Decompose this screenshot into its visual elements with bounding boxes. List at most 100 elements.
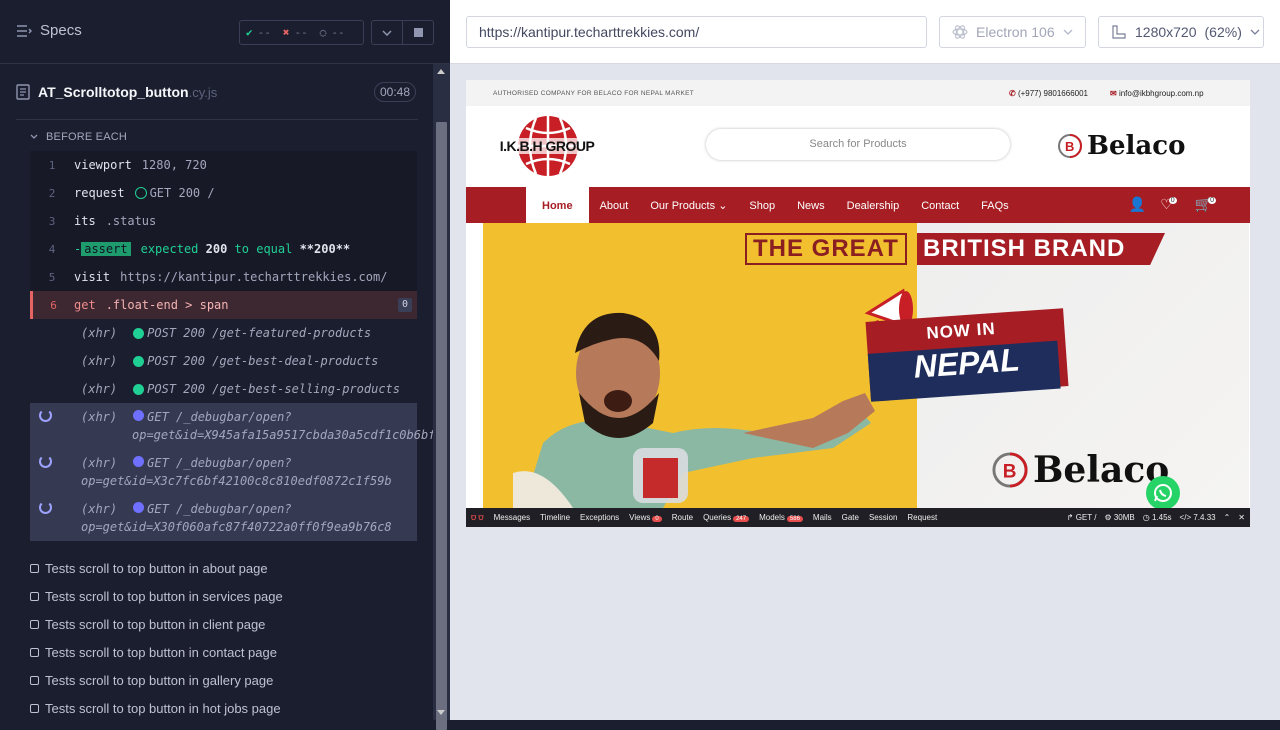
command-row[interactable]: 2 request GET 200 / — [30, 179, 417, 207]
test-item[interactable]: Tests scroll to top button in client pag… — [30, 610, 420, 638]
views-count-badge: 0 — [652, 516, 662, 522]
command-row-active[interactable]: 6 get .float-end > span 0 — [30, 291, 417, 319]
nav-products[interactable]: Our Products ⌄ — [639, 187, 738, 223]
request-method[interactable]: ↱ GET / — [1067, 513, 1097, 522]
divider — [16, 119, 418, 120]
command-log: 1 viewport 1280, 720 2 request GET 200 /… — [30, 151, 443, 541]
checkbox-icon — [30, 647, 39, 657]
xhr-pending-row[interactable]: (xhr) GET /_debugbar/open? op=get&id=X3c7… — [30, 449, 417, 495]
debugbar-close-icon[interactable]: ✕ — [1238, 513, 1245, 522]
stop-icon[interactable] — [402, 21, 433, 44]
loading-spinner-icon — [39, 409, 52, 422]
command-name: viewport — [74, 158, 132, 172]
cart-icon[interactable]: 🛒0 — [1195, 196, 1220, 213]
command-row[interactable]: 5 visit https://kantipur.techarttrekkies… — [30, 263, 417, 291]
passed-count: -- — [257, 26, 271, 39]
xhr-row[interactable]: (xhr) POST 200 /get-best-deal-products — [30, 347, 417, 375]
browser-selector[interactable]: Electron 106 — [939, 16, 1086, 48]
specs-button[interactable]: Specs — [16, 22, 82, 39]
nav-icons: 👤 ♡0 🛒0 — [1129, 196, 1220, 213]
nav-home[interactable]: Home — [526, 187, 589, 223]
xhr-type: (xhr) — [81, 326, 118, 340]
belaco-word: Belaco — [1087, 131, 1186, 161]
loading-spinner-icon — [39, 455, 52, 468]
xhr-row[interactable]: (xhr) POST 200 /get-featured-products — [30, 319, 417, 347]
nav-contact[interactable]: Contact — [910, 187, 970, 223]
queries-count-badge: 247 — [733, 516, 750, 522]
phone-contact[interactable]: ✆ (+977) 9801666001 — [1009, 89, 1088, 98]
debugbar-tab-models[interactable]: Models 586 — [754, 513, 808, 522]
debugbar-minimize-icon[interactable]: ⌃ — [1224, 513, 1231, 522]
xhr-text: POST 200 /get-featured-products — [147, 326, 372, 340]
whatsapp-icon[interactable] — [1146, 476, 1180, 510]
debugbar-tab-gate[interactable]: Gate — [837, 513, 864, 522]
debugbar-tab-label: Models — [759, 513, 785, 522]
test-title: Tests scroll to top button in contact pa… — [45, 644, 277, 660]
assert-prefix: - — [74, 242, 82, 256]
test-item[interactable]: Tests scroll to top button in hot jobs p… — [30, 694, 420, 722]
nav-news[interactable]: News — [786, 187, 836, 223]
debugbar-tab-queries[interactable]: Queries 247 — [698, 513, 754, 522]
debugbar-tab-session[interactable]: Session — [864, 513, 902, 522]
url-input[interactable]: https://kantipur.techarttrekkies.com/ — [466, 16, 927, 48]
nav-about[interactable]: About — [589, 187, 640, 223]
debugbar-tab-request[interactable]: Request — [902, 513, 942, 522]
time-text: 1.45s — [1151, 513, 1172, 522]
check-icon: ✔ — [246, 26, 253, 39]
debugbar-tab-messages[interactable]: Messages — [489, 513, 535, 522]
command-log-scrollbar[interactable] — [433, 64, 450, 730]
command-name: request — [74, 186, 125, 200]
email-contact[interactable]: ✉ info@ikbhgroup.com.np — [1110, 89, 1204, 98]
command-row-assert[interactable]: 4 - assert expected 200 to equal **200** — [30, 235, 417, 263]
debugbar-tab-mails[interactable]: Mails — [808, 513, 837, 522]
svg-text:B: B — [1065, 139, 1074, 154]
status-dot-icon — [133, 410, 145, 421]
test-item[interactable]: Tests scroll to top button in gallery pa… — [30, 666, 420, 694]
scrollbar-thumb[interactable] — [436, 122, 447, 730]
checkbox-icon — [30, 703, 39, 713]
ruler-icon — [1112, 25, 1126, 39]
wishlist-icon[interactable]: ♡0 — [1160, 196, 1180, 213]
belaco-logo[interactable]: B Belaco — [1057, 131, 1185, 161]
xhr-pending-row[interactable]: (xhr) GET /_debugbar/open? op=get&id=X30f… — [30, 495, 417, 541]
status-dot-icon — [133, 456, 145, 467]
nav-shop[interactable]: Shop — [738, 187, 786, 223]
debugbar-tab-label: Views — [629, 513, 651, 522]
debugbar-logo-icon[interactable]: ⩌ ⩌ — [466, 513, 489, 523]
test-item[interactable]: Tests scroll to top button in about page — [30, 554, 420, 582]
spec-file-row[interactable]: AT_Scrolltotop_button .cy.js 00:48 — [16, 76, 418, 108]
command-message: https://kantipur.techarttrekkies.com/ — [120, 270, 388, 284]
nav-dealership[interactable]: Dealership — [836, 187, 911, 223]
pending-stat: ◌ -- — [314, 26, 351, 39]
nav-faqs[interactable]: FAQs — [970, 187, 1020, 223]
product-search-input[interactable]: Search for Products — [706, 129, 1010, 160]
ikbh-logo[interactable]: I.K.B.H GROUP — [492, 114, 602, 178]
test-title: Tests scroll to top button in hot jobs p… — [45, 700, 281, 716]
loading-spinner-icon — [39, 501, 52, 514]
debugbar-tab-timeline[interactable]: Timeline — [535, 513, 575, 522]
checkbox-icon — [30, 591, 39, 601]
test-item[interactable]: Tests scroll to top button in services p… — [30, 582, 420, 610]
runner-controls — [371, 20, 434, 45]
debugbar-tab-exceptions[interactable]: Exceptions — [575, 513, 624, 522]
viewport-selector[interactable]: 1280x720 (62%) — [1098, 16, 1264, 48]
status-dot-icon — [133, 502, 145, 513]
xhr-row[interactable]: (xhr) POST 200 /get-best-selling-products — [30, 375, 417, 403]
xhr-pending-row[interactable]: (xhr) GET /_debugbar/open? op=get&id=X945… — [30, 403, 443, 449]
assert-text: to equal — [234, 242, 293, 256]
scroll-up-icon[interactable] — [437, 69, 445, 74]
chevron-down-icon[interactable] — [372, 21, 402, 44]
command-row[interactable]: 1 viewport 1280, 720 — [30, 151, 417, 179]
user-icon[interactable]: 👤 — [1129, 196, 1146, 213]
scroll-down-icon[interactable] — [437, 710, 445, 715]
before-each-hook[interactable]: BEFORE EACH — [30, 131, 127, 143]
status-dot-icon — [133, 327, 145, 339]
status-dot-icon — [133, 355, 145, 367]
debugbar-tab-route[interactable]: Route — [667, 513, 698, 522]
command-row[interactable]: 3 its .status — [30, 207, 417, 235]
site-header: I.K.B.H GROUP Search for Products B Bela… — [466, 106, 1250, 188]
hero-banner[interactable]: THE GREAT BRITISH BRAND NOW IN NEPAL B B… — [483, 223, 1249, 508]
xhr-type: (xhr) — [81, 354, 118, 368]
test-item[interactable]: Tests scroll to top button in contact pa… — [30, 638, 420, 666]
debugbar-tab-views[interactable]: Views 0 — [624, 513, 667, 522]
